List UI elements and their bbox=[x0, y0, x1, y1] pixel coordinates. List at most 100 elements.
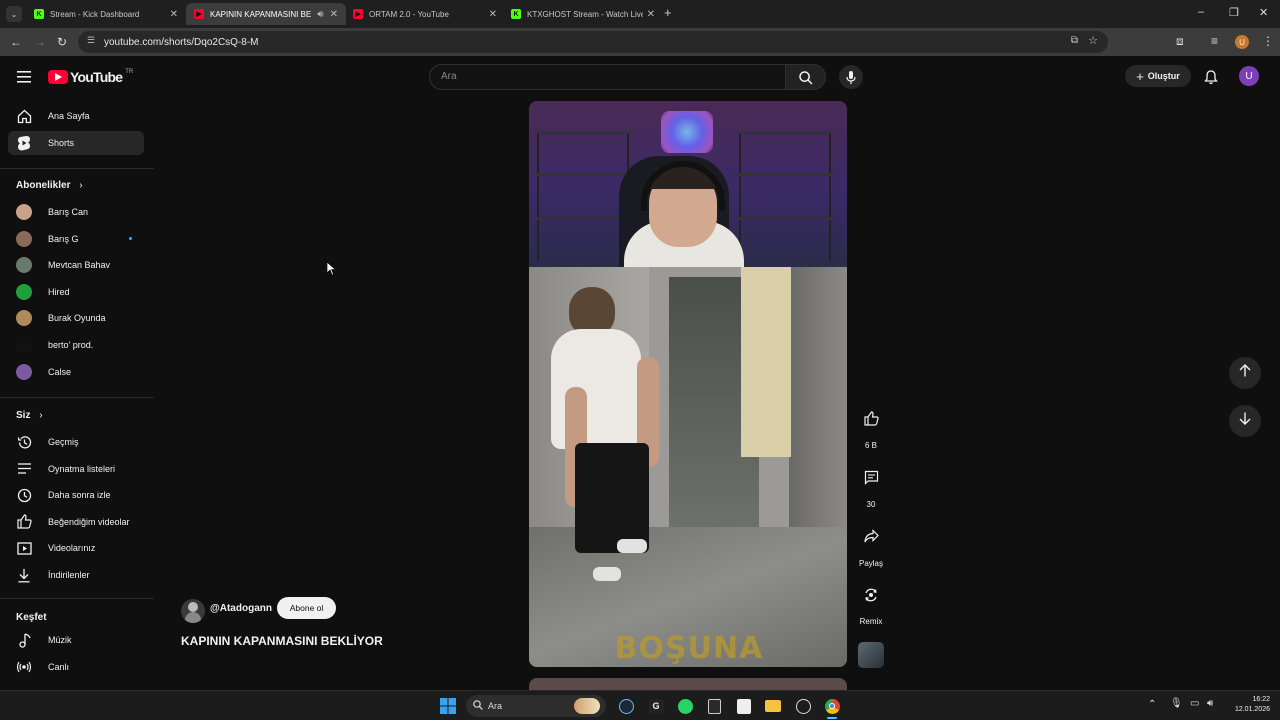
minimize-icon[interactable]: – bbox=[1198, 6, 1204, 18]
channel-avatar[interactable] bbox=[181, 599, 205, 623]
like-button[interactable] bbox=[857, 407, 885, 435]
new-tab-button[interactable]: + bbox=[664, 5, 672, 20]
sidebar-item-berto-prod[interactable]: berto' prod. bbox=[8, 333, 144, 357]
notifications-bell-icon[interactable] bbox=[1202, 68, 1220, 86]
browser-tab[interactable]: K Stream - Kick Dashboard ✕ bbox=[26, 3, 186, 25]
shelf-board bbox=[737, 217, 833, 220]
sidebar-item-videolarınız[interactable]: Videolarınız bbox=[8, 536, 144, 560]
steam-icon[interactable] bbox=[617, 697, 635, 715]
site-info-icon[interactable]: ☰ bbox=[87, 35, 95, 46]
subscriptions-heading[interactable]: Abonelikler › bbox=[16, 180, 83, 191]
shorts-video-player[interactable]: BOŞUNA bbox=[529, 101, 847, 667]
url-text: youtube.com/shorts/Dqo2CsQ-8-M bbox=[104, 36, 259, 48]
youtube-play-icon bbox=[48, 70, 68, 84]
downloads-icon bbox=[16, 567, 32, 583]
share-label: Paylaş bbox=[858, 559, 883, 568]
xbox-icon[interactable] bbox=[794, 697, 812, 715]
calculator-icon[interactable] bbox=[735, 697, 753, 715]
browser-tab[interactable]: K KTXGHOST Stream - Watch Live ✕ bbox=[503, 3, 663, 25]
sidebar-item-mevtcan-bahav[interactable]: Mevtcan Bahav bbox=[8, 253, 144, 277]
search-button[interactable] bbox=[786, 64, 826, 90]
account-avatar[interactable]: U bbox=[1239, 66, 1259, 86]
share-arrow-icon bbox=[863, 529, 879, 549]
sidebar-item-daha-sonra-izle[interactable]: Daha sonra izle bbox=[8, 483, 144, 507]
sidebar-item-ana-sayfa[interactable]: Ana Sayfa bbox=[8, 104, 144, 128]
tray-overflow-icon[interactable]: ⌃ bbox=[1148, 699, 1156, 710]
address-bar[interactable]: ☰ youtube.com/shorts/Dqo2CsQ-8-M ⧉ ☆ bbox=[78, 31, 1108, 53]
channel-avatar bbox=[16, 257, 32, 274]
sidebar-item-geçmiş[interactable]: Geçmiş bbox=[8, 430, 144, 454]
network-icon[interactable]: ▭ bbox=[1190, 698, 1199, 709]
sidebar-item-barış-g[interactable]: Barış G bbox=[8, 227, 144, 251]
sidebar-item-müzik[interactable]: Müzik bbox=[8, 628, 144, 652]
create-button[interactable]: + Oluştur bbox=[1125, 65, 1191, 87]
left-shelf bbox=[537, 131, 629, 261]
channel-avatar bbox=[16, 230, 32, 247]
sidebar-item-beğendiğim-videolar[interactable]: Beğendiğim videolar bbox=[8, 510, 144, 534]
maximize-icon[interactable]: ❐ bbox=[1229, 6, 1239, 19]
back-icon[interactable]: ← bbox=[10, 35, 22, 49]
shelf-board bbox=[737, 173, 833, 176]
file-explorer-icon[interactable] bbox=[764, 697, 782, 715]
close-tab-icon[interactable]: ✕ bbox=[330, 9, 338, 20]
tab-search-button[interactable]: ⌄ bbox=[6, 6, 22, 22]
sidebar-item-oynatma-listeleri[interactable]: Oynatma listeleri bbox=[8, 457, 144, 481]
guide-menu-icon[interactable] bbox=[16, 69, 32, 85]
new-content-dot bbox=[129, 237, 132, 241]
profile-avatar[interactable]: U bbox=[1235, 35, 1249, 49]
whatsapp-icon[interactable] bbox=[676, 697, 694, 715]
windows-start-icon[interactable] bbox=[439, 697, 457, 715]
epic-games-icon[interactable] bbox=[705, 697, 723, 715]
create-label: Oluştur bbox=[1147, 71, 1180, 81]
cast-icon[interactable]: ⧉ bbox=[1071, 35, 1078, 46]
channel-name[interactable]: @Atadogann bbox=[210, 603, 272, 614]
sidebar-item-shorts[interactable]: Shorts bbox=[8, 130, 144, 155]
sidebar-item-i-ndirilenler[interactable]: İndirilenler bbox=[8, 563, 144, 587]
shorts-icon bbox=[16, 135, 32, 151]
voice-search-button[interactable] bbox=[839, 65, 863, 89]
short-title[interactable]: KAPININ KAPANMASINI BEKLİYOR bbox=[181, 634, 383, 648]
sidebar-item-barış-can[interactable]: Barış Can bbox=[8, 200, 144, 224]
sidebar-item-canlı[interactable]: Canlı bbox=[8, 655, 144, 679]
search-input[interactable]: Ara bbox=[429, 64, 786, 90]
close-tab-icon[interactable]: ✕ bbox=[170, 9, 178, 20]
taskbar-search[interactable]: Ara bbox=[466, 695, 606, 717]
close-tab-icon[interactable]: ✕ bbox=[489, 9, 497, 20]
reload-icon[interactable]: ↻ bbox=[57, 35, 67, 49]
browser-menu-icon[interactable]: ⋮ bbox=[1262, 34, 1274, 48]
sidebar-item-burak-oyunda[interactable]: Burak Oyunda bbox=[8, 306, 144, 330]
tab-audio-icon[interactable]: 🔊︎ bbox=[317, 9, 323, 20]
hexagon-lights bbox=[661, 111, 713, 153]
next-short-preview[interactable] bbox=[529, 678, 847, 690]
close-window-icon[interactable]: ✕ bbox=[1259, 6, 1268, 19]
tab-media-icon[interactable]: ≡ bbox=[1211, 34, 1218, 48]
youtube-logo[interactable]: YouTube TR bbox=[48, 69, 133, 85]
like-count: 6 B bbox=[864, 441, 877, 450]
taskbar-clock[interactable]: 16:22 12.01.2026 bbox=[1235, 695, 1270, 715]
sidebar-item-hired[interactable]: Hired bbox=[8, 280, 144, 304]
next-short-button[interactable] bbox=[1229, 405, 1261, 437]
taskbar-search-label: Ara bbox=[488, 701, 503, 711]
volume-icon[interactable]: 🔊︎ bbox=[1207, 698, 1213, 709]
sidebar-item-label: berto' prod. bbox=[48, 340, 94, 350]
microphone-icon bbox=[845, 70, 857, 84]
audio-source-thumbnail[interactable] bbox=[858, 642, 884, 668]
right-shelf bbox=[739, 131, 831, 261]
chrome-icon[interactable] bbox=[823, 697, 841, 715]
sidebar-item-calse[interactable]: Calse bbox=[8, 360, 144, 384]
bookmark-star-icon[interactable]: ☆ bbox=[1088, 34, 1098, 47]
browser-tab[interactable]: ▶ KAPININ KAPANMASINI BE 🔊︎ ✕ bbox=[186, 3, 346, 25]
kick-app-icon[interactable]: G bbox=[647, 697, 665, 715]
you-heading[interactable]: Siz › bbox=[16, 410, 43, 421]
remix-button[interactable] bbox=[857, 583, 885, 611]
browser-tab[interactable]: ▶ ORTAM 2.0 - YouTube ✕ bbox=[345, 3, 505, 25]
subscribe-button[interactable]: Abone ol bbox=[277, 597, 336, 619]
forward-icon[interactable]: → bbox=[34, 35, 46, 49]
comments-button[interactable] bbox=[857, 466, 885, 494]
extensions-icon[interactable]: ⧈ bbox=[1176, 34, 1184, 49]
previous-short-button[interactable] bbox=[1229, 357, 1261, 389]
tray-mic-icon[interactable]: 🎙︎ bbox=[1170, 698, 1183, 709]
close-tab-icon[interactable]: ✕ bbox=[647, 9, 655, 20]
thumbs-up-icon bbox=[863, 411, 879, 431]
share-button[interactable] bbox=[857, 525, 885, 553]
